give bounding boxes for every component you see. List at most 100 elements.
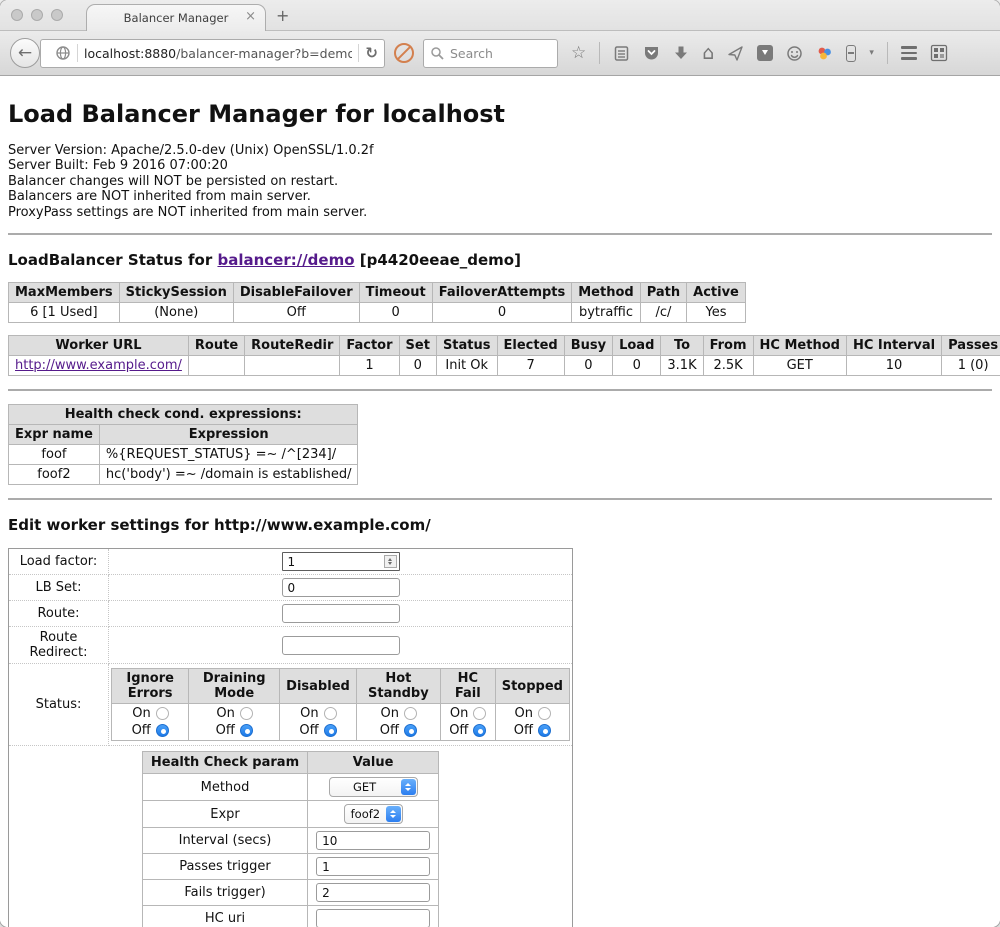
cell-method: bytraffic: [572, 303, 640, 323]
health-check-params-row: Health Check param Value Method GET: [9, 746, 573, 927]
col-ignore-errors: Ignore Errors: [112, 669, 189, 704]
status-hot-standby-off-radio[interactable]: [404, 724, 417, 737]
heading-suffix: [p4420eeae_demo]: [355, 251, 521, 269]
cell-disablefailover: Off: [233, 303, 359, 323]
status-ignore-errors-off-radio[interactable]: [156, 724, 169, 737]
col-load: Load: [613, 336, 661, 356]
hc-fails-input[interactable]: [316, 883, 430, 902]
off-label: Off: [299, 723, 318, 738]
col-elected: Elected: [497, 336, 564, 356]
url-host: localhost:8880: [84, 46, 176, 61]
table-header-row: MaxMembers StickySession DisableFailover…: [9, 283, 746, 303]
status-hot-standby-on-radio[interactable]: [404, 707, 417, 720]
health-check-params-table: Health Check param Value Method GET: [142, 751, 439, 927]
on-label: On: [449, 706, 468, 721]
col-expr-name: Expr name: [9, 425, 100, 445]
search-input[interactable]: [450, 46, 540, 61]
on-label: On: [514, 706, 533, 721]
col-disabled: Disabled: [280, 669, 357, 704]
minimize-window-button[interactable]: [31, 9, 43, 21]
off-label: Off: [132, 723, 151, 738]
home-icon[interactable]: ⌂: [702, 44, 714, 63]
number-stepper-icon[interactable]: [384, 555, 397, 568]
globe-icon: [55, 45, 71, 61]
on-label: On: [132, 706, 151, 721]
status-draining-mode-off-radio[interactable]: [240, 724, 253, 737]
browser-window: Balancer Manager × + ← localhost:8880/ba…: [0, 0, 1000, 927]
off-label: Off: [380, 723, 399, 738]
off-label: Off: [216, 723, 235, 738]
close-window-button[interactable]: [11, 9, 23, 21]
hc-uri-input[interactable]: [316, 909, 430, 927]
color-dots-extension-icon[interactable]: [816, 45, 833, 62]
status-stopped-off-radio[interactable]: [538, 724, 551, 737]
balancer-demo-link[interactable]: balancer://demo: [217, 251, 354, 269]
back-button[interactable]: ←: [10, 38, 40, 68]
off-label: Off: [449, 723, 468, 738]
load-factor-input[interactable]: [282, 552, 400, 571]
hc-interval-label: Interval (secs): [142, 828, 307, 854]
status-ignore-errors-on-radio[interactable]: [156, 707, 169, 720]
titlebar: Balancer Manager × +: [0, 0, 1000, 30]
divider: [8, 498, 992, 500]
route-redirect-input[interactable]: [282, 636, 400, 655]
search-bar[interactable]: [423, 39, 558, 68]
hc-passes-row: Passes trigger: [142, 854, 438, 880]
reload-icon[interactable]: ↻: [365, 44, 378, 62]
browser-tab[interactable]: Balancer Manager ×: [86, 4, 266, 31]
hc-passes-input[interactable]: [316, 857, 430, 876]
zoom-window-button[interactable]: [51, 9, 63, 21]
status-draining-mode-on-radio[interactable]: [240, 707, 253, 720]
urlbar-divider: [77, 44, 78, 62]
cell-expression: %{REQUEST_STATUS} =~ /^[234]/: [99, 445, 358, 465]
hc-uri-row: HC uri: [142, 906, 438, 927]
route-row: Route:: [9, 601, 573, 627]
send-plane-icon[interactable]: [727, 45, 744, 62]
toolbar-icons: ☆ ⌂: [571, 42, 948, 64]
lb-set-input[interactable]: [282, 578, 400, 597]
cell-to: 3.1K: [661, 356, 703, 376]
status-hc-fail-on-radio[interactable]: [473, 707, 486, 720]
tab-close-icon[interactable]: ×: [245, 9, 256, 24]
overflow-caret-icon[interactable]: ▾: [869, 48, 874, 58]
hc-method-select[interactable]: GET: [329, 777, 418, 797]
cell-elected: 7: [497, 356, 564, 376]
hc-expr-select[interactable]: foof2: [344, 804, 403, 824]
load-factor-row: Load factor:: [9, 549, 573, 575]
hc-expr-label: Expr: [142, 801, 307, 828]
bookmark-star-icon[interactable]: ☆: [571, 45, 586, 62]
hc-interval-row: Interval (secs): [142, 828, 438, 854]
off-label: Off: [514, 723, 533, 738]
content-blocked-icon[interactable]: [394, 43, 414, 63]
new-tab-button[interactable]: +: [276, 6, 289, 25]
menu-icon[interactable]: [901, 46, 917, 60]
url-bar[interactable]: localhost:8880/balancer-manager?b=demo&w…: [40, 39, 385, 68]
hc-fails-row: Fails trigger): [142, 880, 438, 906]
battery-extension-icon[interactable]: [846, 45, 856, 62]
pocket-icon[interactable]: [643, 45, 660, 61]
reading-list-icon[interactable]: [613, 45, 630, 62]
loadbalancer-status-heading: LoadBalancer Status for balancer://demo …: [8, 251, 992, 269]
hc-interval-input[interactable]: [316, 831, 430, 850]
addon-download-icon[interactable]: [757, 45, 773, 61]
status-label: Status:: [9, 664, 109, 746]
lb-set-label: LB Set:: [9, 575, 109, 601]
worker-url-link[interactable]: http://www.example.com/: [15, 358, 182, 373]
window-controls: [11, 9, 63, 21]
url-text[interactable]: localhost:8880/balancer-manager?b=demo&w…: [84, 46, 352, 61]
status-disabled-off-radio[interactable]: [324, 724, 337, 737]
table-row: foof %{REQUEST_STATUS} =~ /^[234]/: [9, 445, 358, 465]
download-icon[interactable]: [673, 45, 689, 61]
col-from: From: [703, 336, 753, 356]
tab-groups-icon[interactable]: [930, 44, 948, 62]
worker-status-table: Worker URL Route RouteRedir Factor Set S…: [8, 335, 1000, 376]
hello-smiley-icon[interactable]: [786, 45, 803, 62]
status-stopped-on-radio[interactable]: [538, 707, 551, 720]
col-maxmembers: MaxMembers: [9, 283, 120, 303]
status-hc-fail-off-radio[interactable]: [473, 724, 486, 737]
col-busy: Busy: [564, 336, 612, 356]
status-disabled-on-radio[interactable]: [324, 707, 337, 720]
route-input[interactable]: [282, 604, 400, 623]
cell-timeout: 0: [359, 303, 432, 323]
hc-fails-label: Fails trigger): [142, 880, 307, 906]
